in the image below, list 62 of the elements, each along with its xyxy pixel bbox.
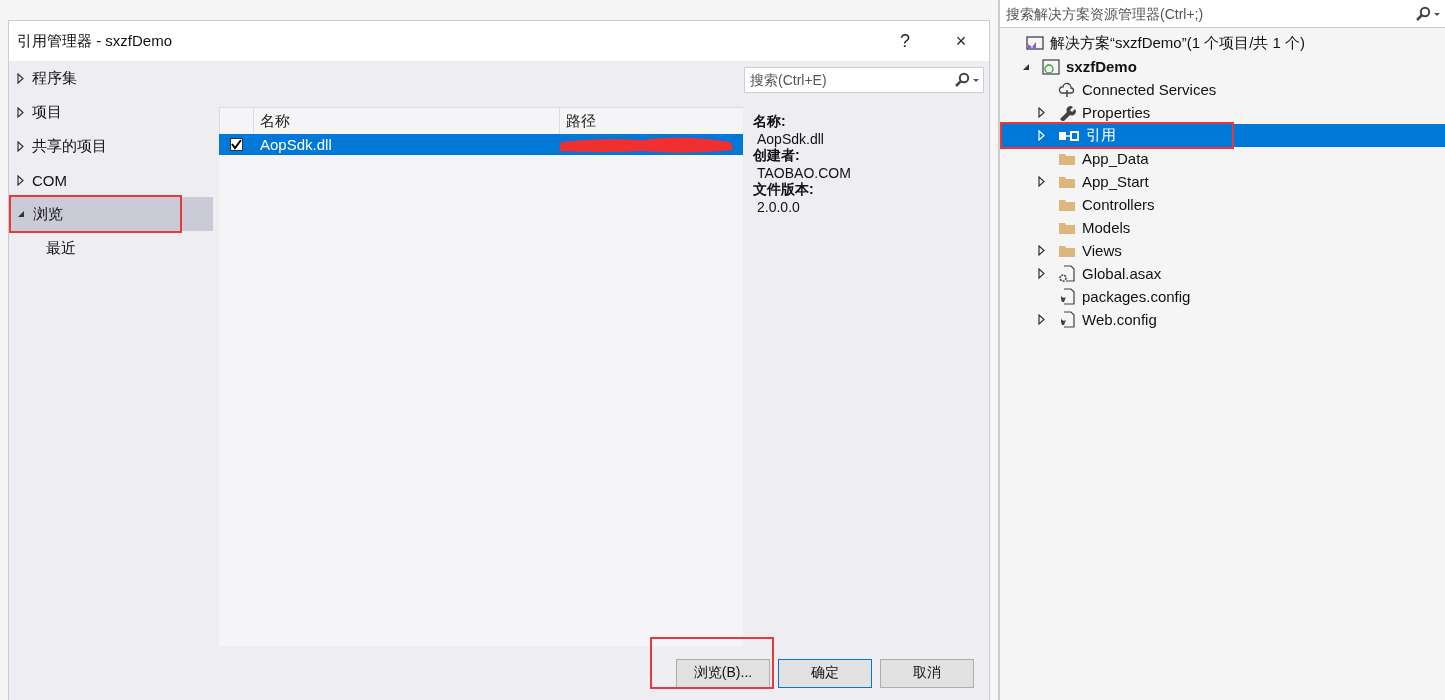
folder-icon (1058, 197, 1076, 212)
folder-icon (1058, 174, 1076, 189)
collapsed-arrow-icon[interactable] (1038, 268, 1045, 279)
dialog-title: 引用管理器 - sxzfDemo (17, 31, 173, 51)
gear-file-icon (1058, 264, 1076, 283)
table-cell-text: AopSdk.dll (259, 136, 333, 153)
web-project-icon (1042, 58, 1060, 75)
solution-icon (1026, 35, 1044, 52)
nav-item[interactable]: 最近 (9, 231, 213, 265)
table-row[interactable]: AopSdk.dll (219, 134, 743, 155)
tree-item[interactable]: 解决方案“sxzfDemo”(1 个项目/共 1 个) (1000, 32, 1445, 55)
tree-item[interactable]: Properties (1000, 101, 1445, 124)
detail-label: 创建者: (753, 147, 801, 165)
tree-item[interactable]: App_Start (1000, 170, 1445, 193)
search-field[interactable]: 搜索解决方案资源管理器(Ctrl+;) (1000, 0, 1445, 28)
folder-icon (1058, 243, 1076, 258)
tree-item[interactable]: packages.config (1000, 285, 1445, 308)
tree-item[interactable]: Connected Services (1000, 78, 1445, 101)
detail-label: 名称: (753, 113, 787, 131)
collapsed-arrow-icon[interactable] (1038, 245, 1045, 256)
collapsed-arrow-icon[interactable] (1038, 107, 1045, 118)
collapsed-arrow-icon[interactable] (1038, 176, 1045, 187)
detail-label: 文件版本: (753, 181, 815, 199)
tree-item[interactable]: Views (1000, 239, 1445, 262)
expanded-arrow-icon[interactable] (17, 210, 25, 218)
dialog-button[interactable]: 确定 (778, 658, 872, 688)
config-file-icon (1058, 287, 1076, 306)
folder-icon (1058, 220, 1076, 235)
nav-item[interactable]: 项目 (9, 95, 213, 129)
detail-value: 2.0.0.0 (756, 199, 801, 215)
wrench-icon (1058, 104, 1076, 121)
tree-item[interactable]: Global.asax (1000, 262, 1445, 285)
search-icon[interactable] (954, 72, 980, 88)
checkbox[interactable] (229, 138, 243, 151)
dialog-button[interactable]: 浏览(B)... (676, 658, 770, 688)
detail-value: TAOBAO.COM (756, 165, 852, 181)
search-icon[interactable] (1415, 6, 1441, 22)
nav-item[interactable]: 浏览 (9, 197, 213, 231)
tree-item[interactable]: sxzfDemo (1000, 55, 1445, 78)
tree-item[interactable]: 引用 (1000, 124, 1445, 147)
tree-item[interactable]: Controllers (1000, 193, 1445, 216)
collapsed-arrow-icon[interactable] (17, 72, 24, 84)
search-field[interactable]: 搜索(Ctrl+E) (744, 67, 984, 93)
cloud-icon (1058, 81, 1076, 98)
detail-value: AopSdk.dll (756, 131, 825, 147)
help-button[interactable]: ? (877, 21, 933, 61)
collapsed-arrow-icon[interactable] (17, 140, 24, 152)
collapsed-arrow-icon[interactable] (17, 106, 24, 118)
tree-item[interactable]: Models (1000, 216, 1445, 239)
close-button[interactable]: × (933, 21, 989, 61)
nav-item[interactable]: 共享的项目 (9, 129, 213, 163)
nav-item[interactable]: 程序集 (9, 61, 213, 95)
tree-item[interactable]: Web.config (1000, 308, 1445, 331)
config-file-icon (1058, 310, 1076, 329)
nav-item[interactable]: COM (9, 163, 213, 197)
collapsed-arrow-icon[interactable] (1038, 314, 1045, 325)
reference-icon (1058, 129, 1080, 142)
expanded-arrow-icon[interactable] (1022, 62, 1030, 71)
collapsed-arrow-icon[interactable] (17, 174, 24, 186)
folder-icon (1058, 151, 1076, 166)
tree-item[interactable]: App_Data (1000, 147, 1445, 170)
dialog-button[interactable]: 取消 (880, 658, 974, 688)
